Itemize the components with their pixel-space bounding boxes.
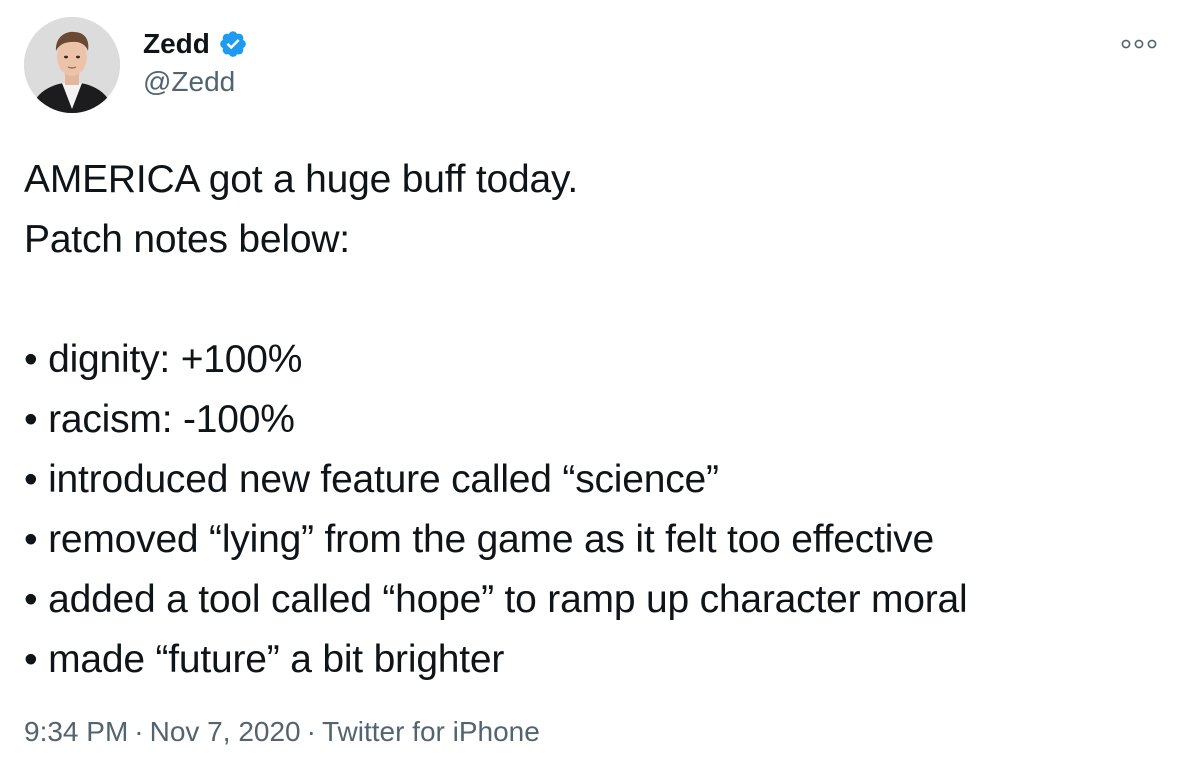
avatar[interactable]	[24, 17, 120, 113]
author-handle[interactable]: @Zedd	[143, 64, 235, 100]
tweet-line: AMERICA got a huge buff today.	[24, 158, 579, 201]
tweet-metadata: 9:34 PM · Nov 7, 2020 · Twitter for iPhone	[24, 712, 540, 752]
tweet-date: Nov 7, 2020	[149, 716, 301, 747]
tweet-line: • removed “lying” from the game as it fe…	[24, 518, 934, 561]
verified-badge-icon	[218, 29, 248, 59]
tweet-line: • made “future” a bit brighter	[24, 638, 505, 681]
tweet-line: • added a tool called “hope” to ramp up …	[24, 578, 968, 621]
tweet-text: AMERICA got a huge buff today. Patch not…	[24, 150, 1164, 690]
separator: ·	[134, 716, 144, 747]
more-options-icon[interactable]	[1118, 34, 1160, 54]
tweet-line: Patch notes below:	[24, 218, 350, 261]
tweet-line: • racism: -100%	[24, 398, 295, 441]
tweet-source-link[interactable]: Twitter for iPhone	[322, 716, 540, 747]
tweet-line: • dignity: +100%	[24, 338, 303, 381]
avatar-image	[24, 17, 120, 113]
separator: ·	[306, 716, 316, 747]
tweet-timestamp-link[interactable]: 9:34 PM · Nov 7, 2020	[24, 716, 301, 747]
tweet-time: 9:34 PM	[24, 716, 129, 747]
tweet-line: • introduced new feature called “science…	[24, 458, 719, 501]
author-name-row: Zedd	[143, 26, 248, 62]
tweet-card: Zedd @Zedd AMERICA got a huge buff today…	[0, 0, 1178, 768]
author-display-name[interactable]: Zedd	[143, 26, 210, 62]
